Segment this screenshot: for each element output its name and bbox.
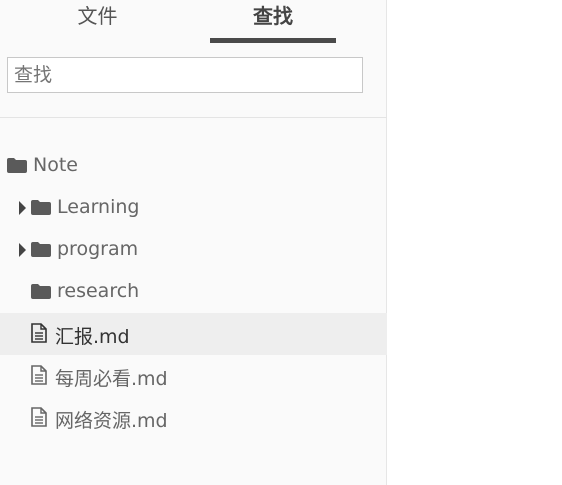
tree-folder-label: Note xyxy=(33,154,78,176)
file-tree: Note Learning program research 汇报.md 每周必… xyxy=(0,145,387,439)
tree-file-label: 网络资源.md xyxy=(55,410,168,432)
document-icon xyxy=(31,323,47,343)
tree-file-active[interactable]: 汇报.md xyxy=(0,313,387,355)
chevron-right-icon[interactable] xyxy=(19,243,26,257)
editor-area[interactable] xyxy=(388,0,562,485)
document-icon xyxy=(31,407,47,427)
folder-icon xyxy=(7,158,27,173)
chevron-right-icon[interactable] xyxy=(19,201,26,215)
active-tab-indicator xyxy=(210,38,336,43)
tree-folder-learning[interactable]: Learning xyxy=(0,187,387,229)
sidebar-tabs: 文件 查找 xyxy=(0,0,387,44)
search-input[interactable] xyxy=(7,57,363,93)
document-icon xyxy=(31,365,47,385)
tree-file[interactable]: 每周必看.md xyxy=(0,355,387,397)
tree-folder-label: program xyxy=(57,238,139,260)
divider xyxy=(0,117,387,118)
tree-file-label: 每周必看.md xyxy=(55,368,168,390)
tree-folder-root[interactable]: Note xyxy=(0,145,387,187)
tree-folder-program[interactable]: program xyxy=(0,229,387,271)
folder-icon xyxy=(31,200,51,215)
tab-files[interactable]: 文件 xyxy=(40,0,155,44)
folder-icon xyxy=(31,284,51,299)
tree-folder-label: research xyxy=(57,280,140,302)
tree-folder-label: Learning xyxy=(57,196,140,218)
sidebar: 文件 查找 Note Learning program xyxy=(0,0,387,485)
folder-icon xyxy=(31,242,51,257)
tree-file-label: 汇报.md xyxy=(55,326,130,348)
tree-file[interactable]: 网络资源.md xyxy=(0,397,387,439)
tree-folder-research[interactable]: research xyxy=(0,271,387,313)
